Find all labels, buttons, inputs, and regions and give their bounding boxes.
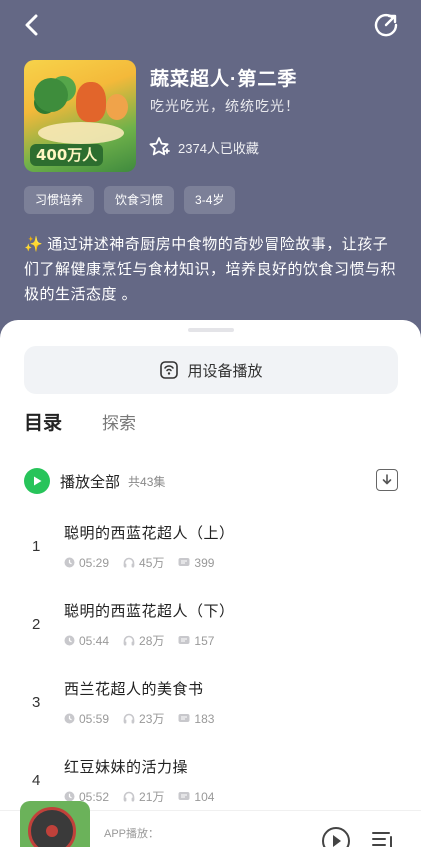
play-icon xyxy=(34,476,42,486)
description-text: 通过讲述神奇厨房中食物的奇妙冒险故事，让孩子们了解健康烹饪与食材知识，培养良好的… xyxy=(24,236,397,303)
album-subtitle: 吃光吃光，统统吃光！ xyxy=(150,98,300,114)
episode-comments: 104 xyxy=(194,789,215,804)
device-cast-icon xyxy=(160,361,179,379)
tag[interactable]: 习惯培养 xyxy=(24,186,95,214)
download-button[interactable] xyxy=(376,469,398,491)
tag[interactable]: 3-4岁 xyxy=(184,186,236,214)
episode-comments: 399 xyxy=(194,555,215,570)
back-button[interactable] xyxy=(16,10,46,40)
episode-count: 共43集 xyxy=(128,474,166,489)
clock-icon xyxy=(64,557,75,568)
tag-list: 习惯培养 饮食习惯 3-4岁 xyxy=(24,186,236,214)
play-icon xyxy=(333,835,341,847)
episode-duration: 05:59 xyxy=(79,711,110,726)
comment-icon xyxy=(178,636,190,644)
player-artwork[interactable] xyxy=(20,801,90,847)
chevron-left-icon xyxy=(25,14,38,36)
episode-row[interactable]: 3 西兰花超人的美食书 05:59 23万 183 xyxy=(0,662,421,740)
episode-number: 1 xyxy=(32,538,41,555)
play-all-row[interactable]: 播放全部 共43集 xyxy=(24,466,398,496)
tab-explore[interactable]: 探索 xyxy=(102,409,136,434)
episode-plays: 21万 xyxy=(139,790,165,804)
headphones-icon xyxy=(123,635,135,646)
clock-icon xyxy=(64,635,75,646)
episode-meta: 05:44 28万 157 xyxy=(64,632,228,649)
favorites-count: 2374人已收藏 xyxy=(178,140,259,156)
episode-duration: 05:29 xyxy=(79,555,110,570)
episode-plays: 28万 xyxy=(139,634,165,648)
episode-row[interactable]: 1 聪明的西蓝花超人（上） 05:29 45万 399 xyxy=(0,506,421,584)
tab-bar: 目录 探索 xyxy=(24,408,136,435)
episode-plays: 23万 xyxy=(139,712,165,726)
album-title: 蔬菜超人·第二季 xyxy=(150,69,298,90)
download-icon xyxy=(382,474,392,485)
episode-sheet: 用设备播放 目录 探索 播放全部 共43集 1 聪明的西蓝花超人（上） 05:2… xyxy=(0,320,421,847)
episode-title: 聪明的西蓝花超人（下） xyxy=(64,603,235,620)
episode-comments: 183 xyxy=(194,711,215,726)
share-icon xyxy=(374,13,398,37)
episode-number: 2 xyxy=(32,616,41,633)
episode-comments: 157 xyxy=(194,633,215,648)
episode-title: 红豆妹妹的活力操 xyxy=(64,759,189,776)
playlist-icon xyxy=(372,832,392,847)
headphones-icon xyxy=(123,713,135,724)
episode-meta: 05:29 45万 399 xyxy=(64,554,228,571)
headphones-icon xyxy=(123,557,135,568)
episode-title: 聪明的西蓝花超人（上） xyxy=(64,525,235,542)
episode-row[interactable]: 2 聪明的西蓝花超人（下） 05:44 28万 157 xyxy=(0,584,421,662)
episode-number: 3 xyxy=(32,694,41,711)
album-header: 400万人 蔬菜超人·第二季 吃光吃光，统统吃光！ 2374人已收藏 习惯培养 … xyxy=(0,0,421,340)
album-description: ✨ 通过讲述神奇厨房中食物的奇妙冒险故事，让孩子们了解健康烹饪与食材知识，培养良好… xyxy=(24,232,396,307)
favorite-button[interactable]: 2374人已收藏 xyxy=(148,136,259,158)
broccoli-illustration xyxy=(34,78,68,112)
comment-icon xyxy=(178,558,190,566)
comment-icon xyxy=(178,792,190,800)
episode-list: 1 聪明的西蓝花超人（上） 05:29 45万 399 2 聪明的西蓝花超人（下… xyxy=(0,506,421,818)
play-on-device-button[interactable]: 用设备播放 xyxy=(24,346,398,394)
episode-title: 西兰花超人的美食书 xyxy=(64,681,204,698)
player-play-button[interactable] xyxy=(322,827,350,847)
headphones-icon xyxy=(123,791,135,802)
clock-icon xyxy=(64,713,75,724)
tab-catalog[interactable]: 目录 xyxy=(24,408,62,435)
mini-player[interactable]: APP播放： xyxy=(0,801,421,847)
episode-number: 4 xyxy=(32,772,41,789)
tag[interactable]: 饮食习惯 xyxy=(104,186,175,214)
sparkle-icon: ✨ xyxy=(24,236,44,253)
vinyl-disc-icon xyxy=(28,807,76,847)
share-button[interactable] xyxy=(371,10,401,40)
episode-meta: 05:59 23万 183 xyxy=(64,710,228,727)
play-on-device-label: 用设备播放 xyxy=(187,362,263,380)
vegetable-illustration xyxy=(106,94,128,120)
star-plus-icon xyxy=(149,137,170,156)
play-all-label: 播放全部 xyxy=(60,473,121,491)
episode-meta: 05:52 21万 104 xyxy=(64,788,228,805)
album-cover[interactable]: 400万人 xyxy=(24,60,136,172)
sheet-handle[interactable] xyxy=(188,328,234,332)
comment-icon xyxy=(178,714,190,722)
carrot-illustration xyxy=(76,82,106,122)
cover-badge: 400万人 xyxy=(30,144,104,166)
episode-plays: 45万 xyxy=(139,556,165,570)
player-label: APP播放： xyxy=(104,828,160,840)
episode-duration: 05:44 xyxy=(79,633,110,648)
plate-illustration xyxy=(38,122,124,144)
playlist-button[interactable] xyxy=(372,831,396,847)
play-all-button[interactable] xyxy=(24,468,50,494)
